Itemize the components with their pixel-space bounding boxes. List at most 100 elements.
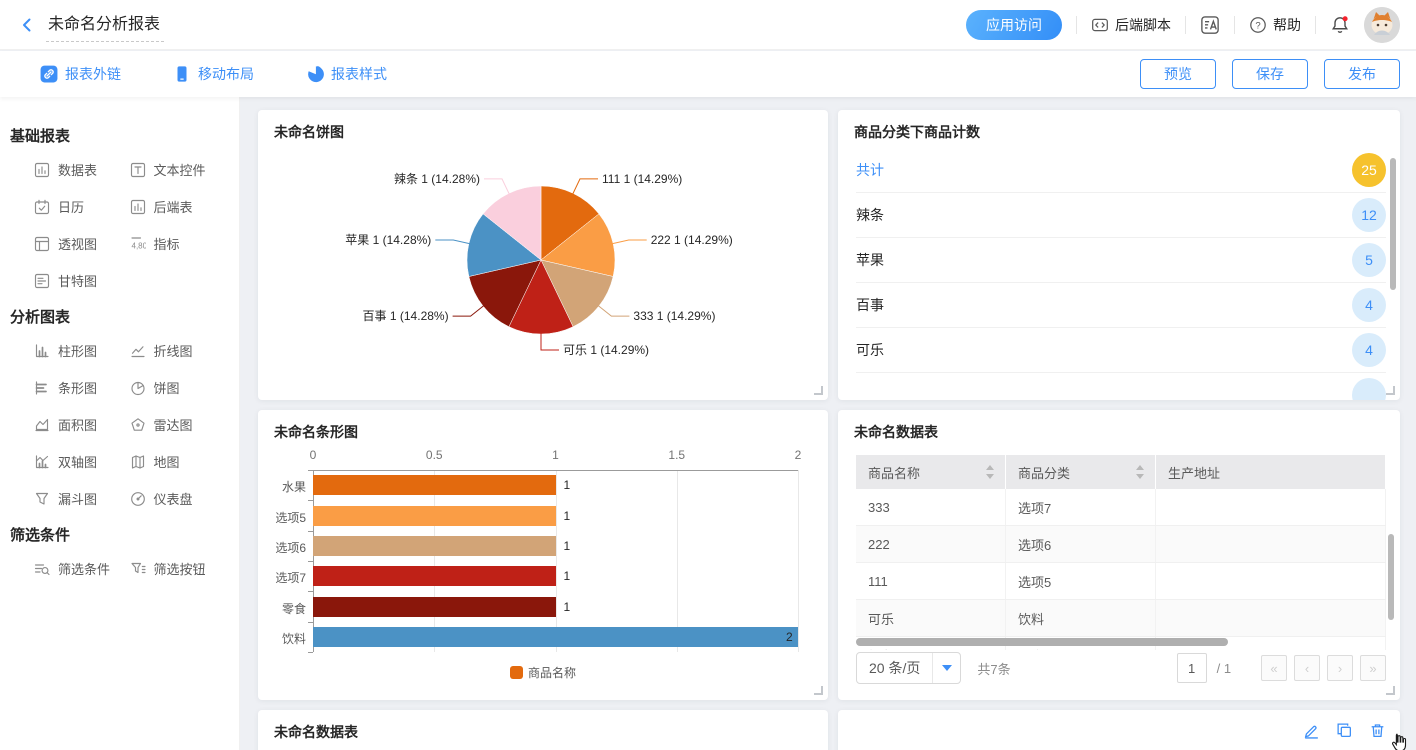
table-cell: 饮料	[1006, 600, 1156, 636]
sidebar-item-gantt[interactable]: 甘特图	[34, 271, 130, 290]
table-cell: 333	[856, 489, 1006, 525]
resize-handle[interactable]	[1386, 386, 1395, 395]
back-button[interactable]	[18, 16, 36, 34]
sidebar-item-bar-chart[interactable]: 条形图	[34, 378, 130, 397]
count-row[interactable]: 苹果5	[838, 238, 1400, 283]
help-button[interactable]: ? 帮助	[1249, 15, 1301, 35]
bar-value-label: 1	[564, 509, 571, 523]
bar-value-label: 2	[786, 630, 793, 644]
x-axis-tick: 0.5	[426, 448, 443, 462]
legend-item[interactable]: 商品名称	[510, 664, 576, 681]
pagination-bar: 20 条/页 共7条 1 / 1 « ‹ › »	[856, 650, 1386, 686]
mobile-layout-button[interactable]: 移动布局	[173, 64, 254, 84]
sidebar-item-gauge[interactable]: 仪表盘	[130, 489, 226, 508]
sidebar-item-calendar[interactable]: 日历	[34, 197, 130, 216]
edit-icon[interactable]	[1303, 722, 1320, 739]
report-title[interactable]: 未命名分析报表	[46, 8, 164, 42]
sidebar-item-pivot[interactable]: 透视图	[34, 234, 130, 253]
count-row[interactable]: 共计25	[838, 148, 1400, 193]
sidebar-item-backend-table[interactable]: 后端表	[130, 197, 226, 216]
sidebar-item-line-chart[interactable]: 折线图	[130, 341, 226, 360]
sidebar-item-dual-axis[interactable]: 双轴图	[34, 452, 130, 471]
prev-page-button[interactable]: ‹	[1294, 655, 1320, 681]
sidebar-item-label: 地图	[154, 452, 180, 471]
data-table: 商品名称商品分类生产地址 333选项7222选项6111选项5可乐饮料辣条零食	[856, 455, 1386, 650]
column-header-2[interactable]: 商品分类	[1006, 455, 1156, 489]
pie-chart-card[interactable]: 未命名饼图 111 1 (14.29%)222 1 (14.29%)333 1 …	[258, 110, 828, 400]
notification-button[interactable]	[1330, 15, 1350, 35]
bar-category-label: 选项5	[258, 509, 306, 526]
count-row[interactable]	[838, 373, 1400, 400]
save-button[interactable]: 保存	[1232, 59, 1308, 89]
divider	[1315, 16, 1316, 34]
vertical-scrollbar[interactable]	[1390, 158, 1396, 290]
sidebar-section-title: 基础报表	[10, 125, 225, 146]
bar-chart-icon	[34, 380, 50, 396]
sidebar-item-metric[interactable]: 4,80指标	[130, 234, 226, 253]
count-row-label: 辣条	[856, 205, 884, 225]
vertical-scrollbar[interactable]	[1388, 534, 1394, 620]
app-access-button[interactable]: 应用访问	[966, 10, 1062, 40]
bar-chart-card[interactable]: 未命名条形图 00.511.52水果1选项51选项61选项71零食1饮料2 商品…	[258, 410, 828, 700]
sidebar-item-area-chart[interactable]: 面积图	[34, 415, 130, 434]
avatar[interactable]	[1364, 7, 1400, 43]
next-page-button[interactable]: ›	[1327, 655, 1353, 681]
table-cell: 选项7	[1006, 489, 1156, 525]
sidebar-item-text[interactable]: 文本控件	[130, 160, 226, 179]
text-icon	[130, 162, 146, 178]
count-row[interactable]: 辣条12	[838, 193, 1400, 238]
question-icon: ?	[1249, 16, 1267, 34]
column-header-3: 生产地址	[1156, 455, 1386, 489]
sidebar-item-pie-chart[interactable]: 饼图	[130, 378, 226, 397]
pie-slice-label: 苹果 1 (14.28%)	[345, 233, 431, 247]
horizontal-scrollbar[interactable]	[856, 638, 1228, 646]
count-row[interactable]: 可乐4	[838, 328, 1400, 373]
delete-icon[interactable]	[1369, 722, 1386, 739]
report-style-button[interactable]: 报表样式	[306, 64, 387, 84]
legend-swatch	[510, 666, 523, 679]
count-badge: 4	[1352, 288, 1386, 322]
page-size-select[interactable]: 20 条/页	[856, 652, 961, 684]
table-cell: 可乐	[856, 600, 1006, 636]
card-title: 未命名数据表	[854, 422, 938, 442]
publish-button[interactable]: 发布	[1324, 59, 1400, 89]
bar-chart: 00.511.52水果1选项51选项61选项71零食1饮料2	[258, 410, 828, 700]
sidebar-item-funnel-chart[interactable]: 漏斗图	[34, 489, 130, 508]
table-cell: 222	[856, 526, 1006, 562]
table-cell	[1156, 489, 1386, 525]
copy-icon[interactable]	[1336, 722, 1353, 739]
category-count-card[interactable]: 商品分类下商品计数 共计25辣条12苹果5百事4可乐4	[838, 110, 1400, 400]
sidebar-item-map[interactable]: 地图	[130, 452, 226, 471]
column-header-1[interactable]: 商品名称	[856, 455, 1006, 489]
sidebar-item-label: 筛选条件	[58, 559, 110, 578]
sidebar-item-filter-search[interactable]: 筛选条件	[34, 559, 130, 578]
sidebar-item-filter-button[interactable]: 筛选按钮	[130, 559, 226, 578]
resize-handle[interactable]	[814, 386, 823, 395]
sidebar-item-label: 透视图	[58, 234, 97, 253]
sidebar-item-table[interactable]: 数据表	[34, 160, 130, 179]
first-page-button[interactable]: «	[1261, 655, 1287, 681]
language-button[interactable]	[1200, 15, 1220, 35]
count-row[interactable]: 百事4	[838, 283, 1400, 328]
resize-handle[interactable]	[814, 686, 823, 695]
bottom-right-card[interactable]	[838, 710, 1400, 750]
divider	[1185, 16, 1186, 34]
resize-handle[interactable]	[1386, 686, 1395, 695]
mobile-icon	[173, 65, 191, 83]
table-icon	[34, 162, 50, 178]
last-page-button[interactable]: »	[1360, 655, 1386, 681]
sidebar-item-radar-chart[interactable]: 雷达图	[130, 415, 226, 434]
backend-script-button[interactable]: 后端脚本	[1091, 15, 1171, 35]
bar	[313, 597, 556, 617]
sidebar-item-column-chart[interactable]: 柱形图	[34, 341, 130, 360]
preview-button[interactable]: 预览	[1140, 59, 1216, 89]
sidebar-item-label: 饼图	[154, 378, 180, 397]
table-row: 111选项5	[856, 563, 1386, 600]
report-link-button[interactable]: 报表外链	[40, 64, 121, 84]
bottom-data-table-card[interactable]: 未命名数据表	[258, 710, 828, 750]
page-number-input[interactable]: 1	[1177, 653, 1207, 683]
radar-chart-icon	[130, 417, 146, 433]
report-canvas: 未命名饼图 111 1 (14.29%)222 1 (14.29%)333 1 …	[240, 97, 1416, 750]
data-table-card[interactable]: 未命名数据表 商品名称商品分类生产地址 333选项7222选项6111选项5可乐…	[838, 410, 1400, 700]
sidebar-item-label: 条形图	[58, 378, 97, 397]
